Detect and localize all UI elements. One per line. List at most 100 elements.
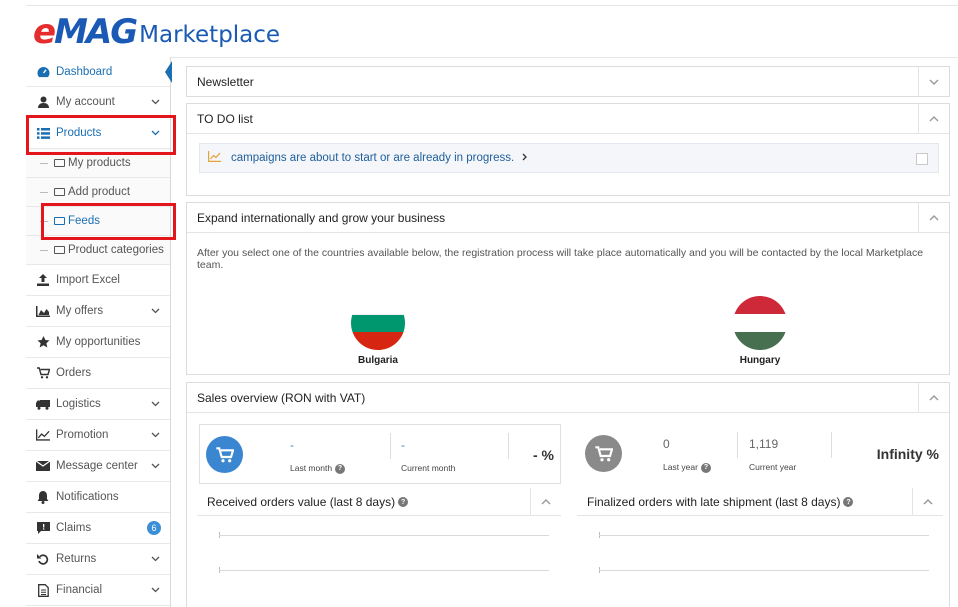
user-icon xyxy=(36,95,50,109)
sidebar-item-financial[interactable]: Financial xyxy=(26,575,170,606)
chevron-down-icon xyxy=(151,429,160,441)
chevron-up-icon xyxy=(923,499,933,505)
folder-icon xyxy=(54,159,65,167)
panel-header[interactable]: TO DO list xyxy=(187,104,949,134)
country-label-hungary[interactable]: Hungary xyxy=(710,355,810,366)
kpi-divider xyxy=(831,432,832,458)
last-month-label: Last month? xyxy=(290,463,346,474)
logo-marketplace-text: Marketplace xyxy=(139,22,281,48)
last-year-label: Last year? xyxy=(663,462,711,473)
current-month-value: - xyxy=(401,438,405,452)
country-label-bulgaria[interactable]: Bulgaria xyxy=(328,355,428,366)
sidebar-item-label: Orders xyxy=(56,367,92,379)
folder-icon xyxy=(54,246,65,254)
active-indicator xyxy=(165,61,172,83)
area-chart-icon xyxy=(36,304,50,318)
chevron-up-icon xyxy=(541,499,551,505)
chevron-down-icon xyxy=(929,79,939,85)
current-year-value: 1,119 xyxy=(749,437,779,451)
chevron-up-icon xyxy=(929,215,939,221)
sub-panel-header[interactable]: Received orders value (last 8 days)? xyxy=(197,488,561,516)
collapse-toggle[interactable] xyxy=(918,203,949,233)
todo-item[interactable]: campaigns are about to start or are alre… xyxy=(199,143,939,173)
collapse-toggle[interactable] xyxy=(918,383,949,413)
upload-icon xyxy=(36,273,50,287)
international-panel: Expand internationally and grow your bus… xyxy=(186,202,950,375)
tree-dash xyxy=(40,163,48,164)
panel-title: Expand internationally and grow your bus… xyxy=(197,210,446,225)
claims-count-badge: 6 xyxy=(147,521,161,535)
highlight-box-feeds xyxy=(41,203,176,240)
trend-chart-icon xyxy=(208,151,221,165)
help-icon: ? xyxy=(335,463,346,474)
sidebar-item-promotion[interactable]: Promotion xyxy=(26,420,170,451)
sidebar-item-label: Financial xyxy=(56,584,103,596)
sidebar-item-logistics[interactable]: Logistics xyxy=(26,389,170,420)
sub-panel-title: Finalized orders with late shipment (las… xyxy=(587,495,854,509)
yearly-sales-kpi: 0 Last year? 1,119 Current year Infinity… xyxy=(579,424,943,484)
monthly-percent-change: - % xyxy=(533,447,554,463)
sidebar-item-label: Promotion xyxy=(56,429,109,441)
sidebar-item-import-excel[interactable]: Import Excel xyxy=(26,265,170,296)
collapse-toggle[interactable] xyxy=(912,488,943,516)
chart-gridline xyxy=(599,570,929,571)
line-chart-icon xyxy=(36,428,50,442)
kpi-divider xyxy=(737,432,738,458)
sidebar-item-claims[interactable]: Claims 6 xyxy=(26,513,170,544)
sales-overview-panel: Sales overview (RON with VAT) - Last mon… xyxy=(186,382,950,607)
sidebar-item-label: Message center xyxy=(56,460,138,472)
kpi-divider xyxy=(508,433,509,459)
collapse-toggle[interactable] xyxy=(530,488,561,516)
chart-gridline xyxy=(219,535,549,536)
sidebar-item-orders[interactable]: Orders xyxy=(26,358,170,389)
last-year-value: 0 xyxy=(663,437,670,451)
sidebar-item-my-offers[interactable]: My offers xyxy=(26,296,170,327)
tree-dash xyxy=(40,192,48,193)
todo-item-text[interactable]: campaigns are about to start or are alre… xyxy=(231,152,514,164)
todo-checkbox[interactable] xyxy=(916,153,928,165)
sidebar-item-label: My account xyxy=(56,96,115,108)
panel-header[interactable]: Expand internationally and grow your bus… xyxy=(187,203,949,233)
emag-marketplace-logo[interactable]: eMAG Marketplace xyxy=(33,14,280,50)
file-icon xyxy=(36,583,50,597)
chart-gridline xyxy=(599,535,929,536)
sidebar-item-label: Dashboard xyxy=(56,65,113,78)
sidebar-item-label: Logistics xyxy=(56,398,101,410)
panel-header[interactable]: Newsletter xyxy=(187,67,949,97)
sidebar-item-dashboard[interactable]: Dashboard xyxy=(26,57,172,87)
panel-header[interactable]: Sales overview (RON with VAT) xyxy=(187,383,949,413)
sidebar-item-returns[interactable]: Returns xyxy=(26,544,170,575)
sidebar-subitem-label: My products xyxy=(68,157,131,169)
star-icon xyxy=(36,335,50,349)
help-icon: ? xyxy=(398,497,409,508)
sidebar-item-label: My offers xyxy=(56,305,104,317)
panel-title: Newsletter xyxy=(197,75,254,89)
kpi-divider xyxy=(390,433,391,459)
sidebar-item-my-opportunities[interactable]: My opportunities xyxy=(26,327,170,358)
sub-panel-header[interactable]: Finalized orders with late shipment (las… xyxy=(577,488,943,516)
monthly-sales-kpi: - Last month? - Current month - % xyxy=(199,424,561,484)
expand-toggle[interactable] xyxy=(918,67,949,97)
sidebar-item-my-account[interactable]: My account xyxy=(26,87,170,118)
sidebar-item-notifications[interactable]: Notifications xyxy=(26,482,170,513)
international-description: After you select one of the countries av… xyxy=(197,247,924,271)
chart-gridline xyxy=(219,570,549,571)
chevron-right-icon xyxy=(522,152,528,164)
yearly-percent-change: Infinity % xyxy=(876,446,939,462)
sidebar-item-label: Notifications xyxy=(56,491,119,503)
undo-icon xyxy=(36,552,50,566)
current-year-label: Current year xyxy=(749,462,797,472)
hungary-flag[interactable] xyxy=(733,296,787,350)
sidebar-subitem-label: Product categories xyxy=(68,244,164,256)
cart-icon xyxy=(36,366,50,380)
sub-panel-title: Received orders value (last 8 days)? xyxy=(207,495,409,509)
sidebar-item-message-center[interactable]: Message center xyxy=(26,451,170,482)
late-shipment-panel: Finalized orders with late shipment (las… xyxy=(577,488,943,598)
truck-icon xyxy=(36,397,50,411)
dashboard-icon xyxy=(36,65,50,79)
chevron-down-icon xyxy=(151,305,160,317)
sidebar-subitem-product-categories[interactable]: Product categories xyxy=(26,236,170,265)
bulgaria-flag[interactable] xyxy=(351,296,405,350)
collapse-toggle[interactable] xyxy=(918,104,949,134)
tree-dash xyxy=(40,250,48,251)
